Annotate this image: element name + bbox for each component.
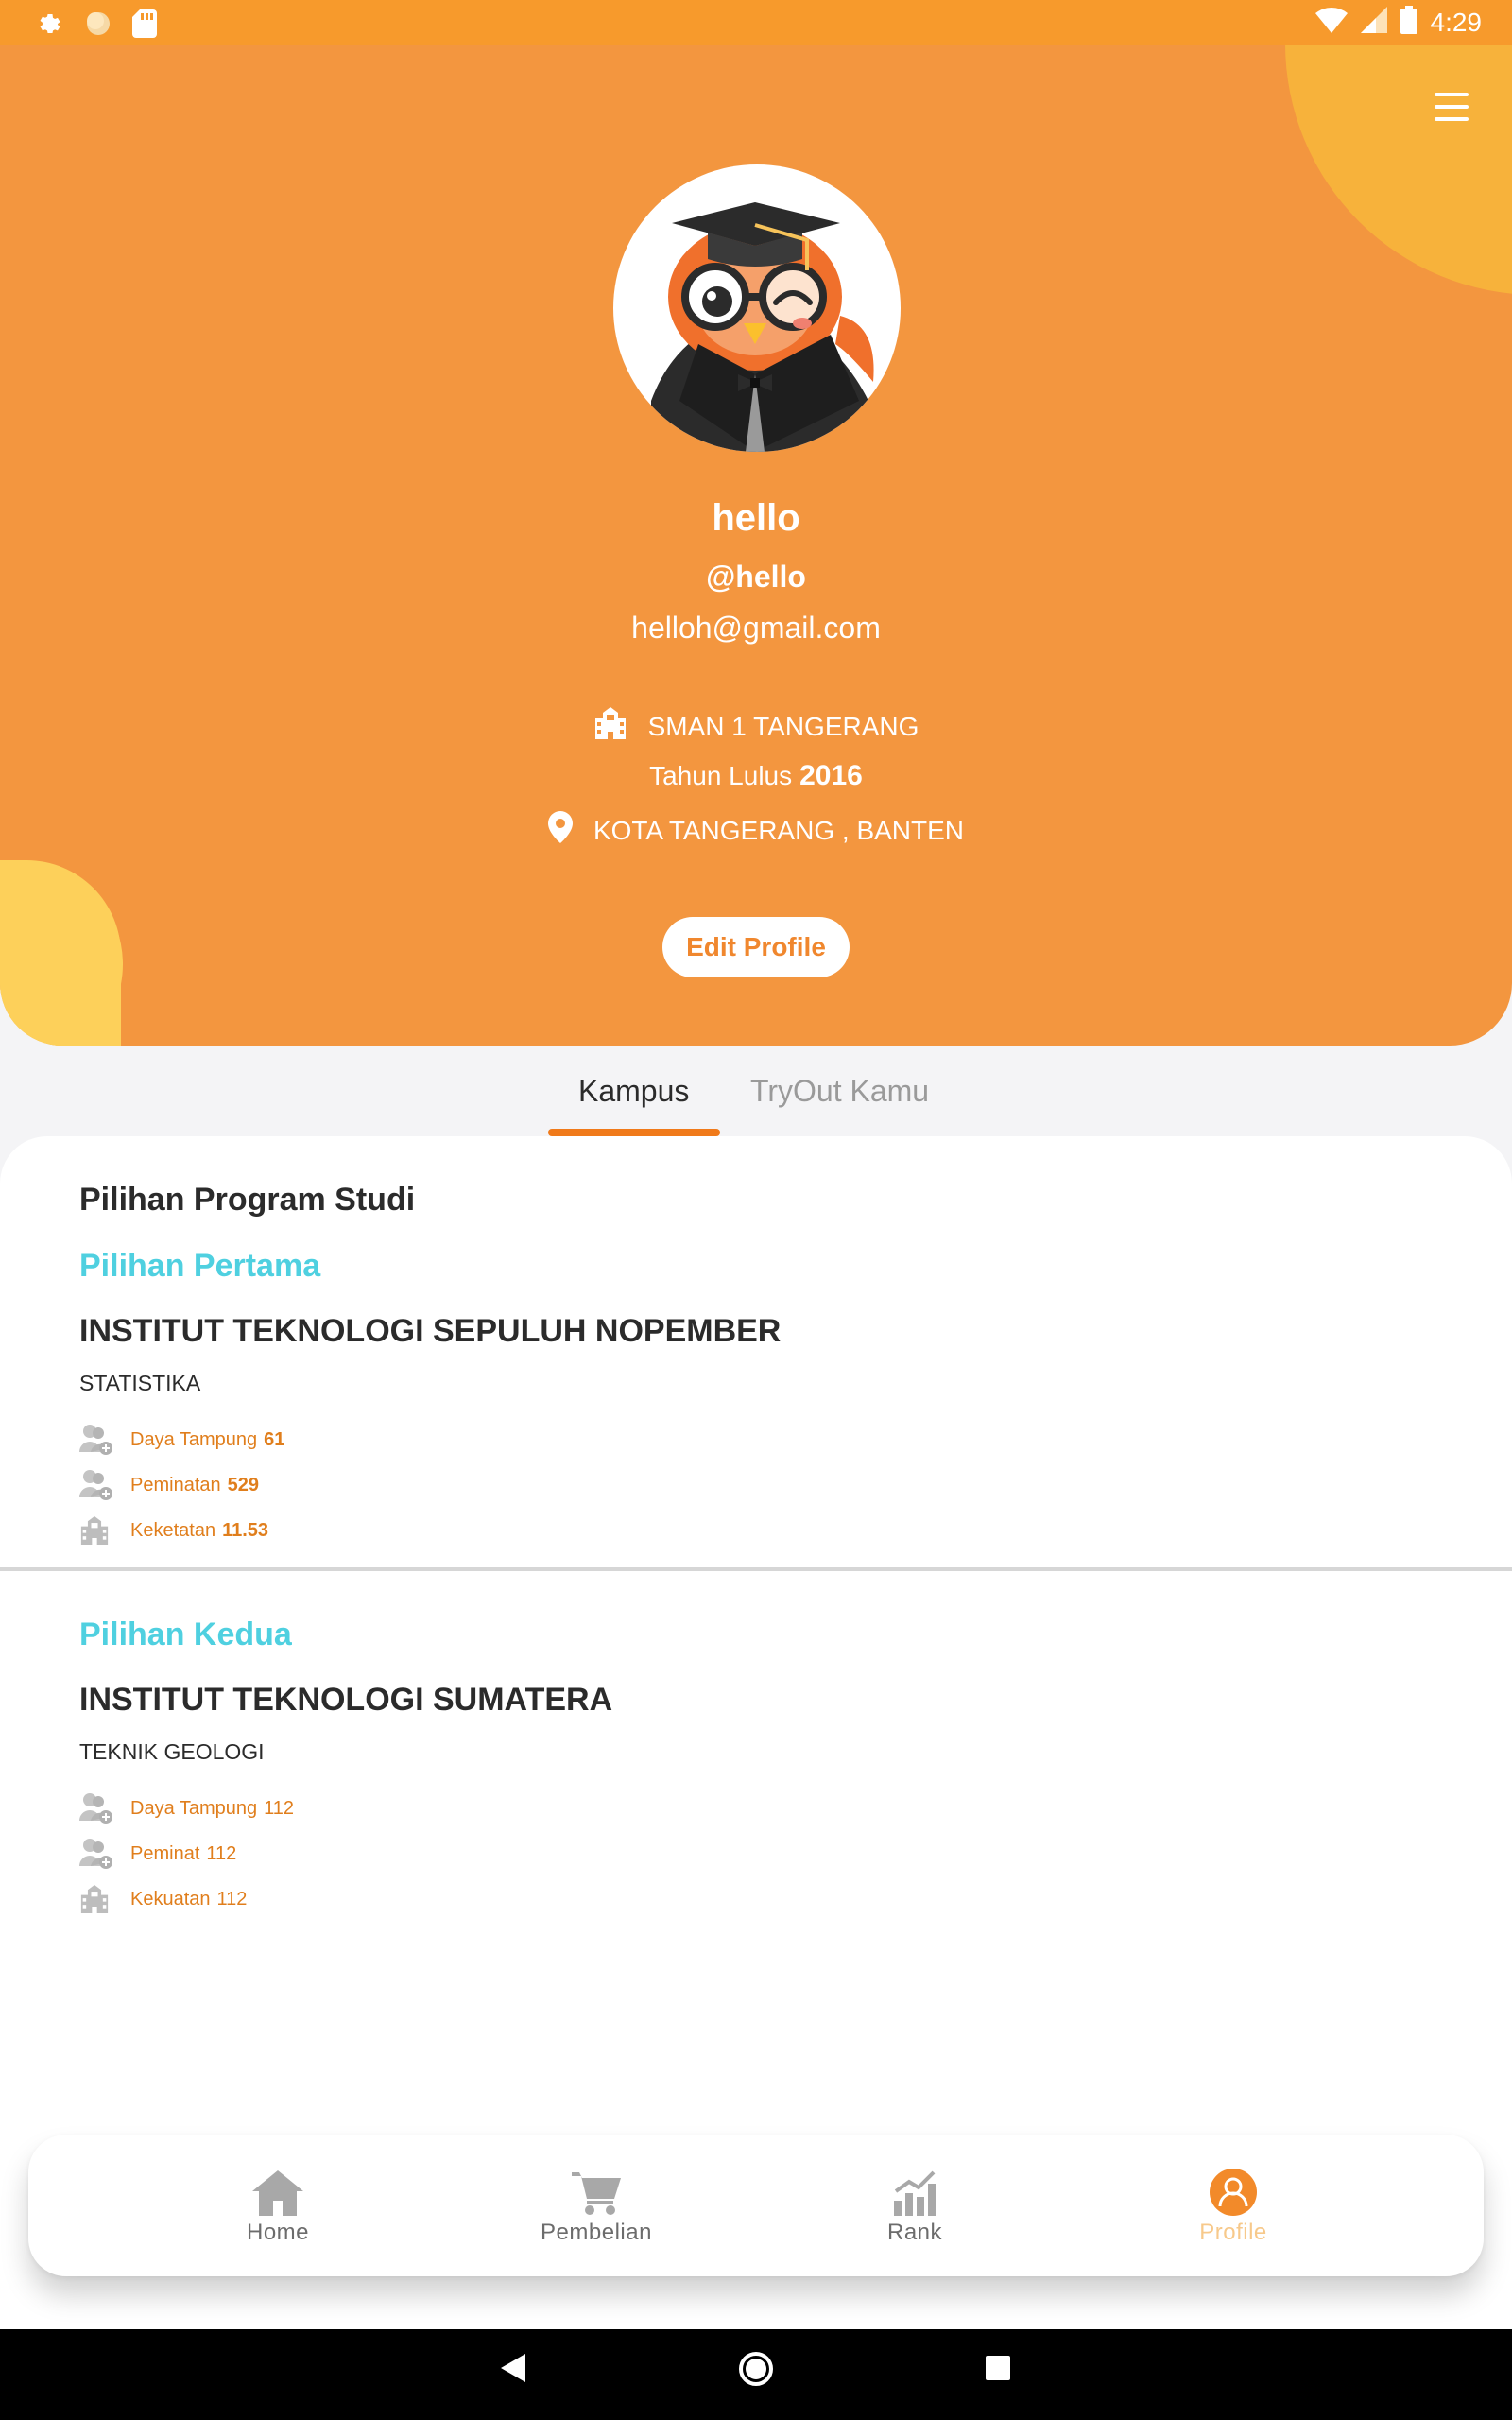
- graduation-year-row: Tahun Lulus 2016: [0, 760, 1512, 792]
- profile-icon: [1129, 2167, 1337, 2216]
- bottom-nav: Home Pembelian Rank Profile: [28, 2135, 1484, 2276]
- active-tab-indicator: [548, 1129, 720, 1136]
- school-building-icon: [79, 1514, 113, 1547]
- decorative-blob: [0, 860, 121, 1046]
- nav-rank[interactable]: Rank: [811, 2167, 1019, 2246]
- stat-peminat: Peminat 112: [79, 1831, 1440, 1876]
- users-plus-icon: [79, 1838, 113, 1870]
- school-building-icon: [79, 1883, 113, 1915]
- tab-tryout-kamu[interactable]: TryOut Kamu: [750, 1074, 929, 1109]
- profile-username: @hello: [706, 560, 806, 594]
- nav-pembelian[interactable]: Pembelian: [492, 2167, 700, 2246]
- program-name: STATISTIKA: [79, 1371, 201, 1395]
- profile-header: hello @hello helloh@gmail.com SMAN 1 TAN…: [0, 45, 1512, 1046]
- school-name: SMAN 1 TANGERANG: [647, 711, 919, 741]
- home-icon: [174, 2167, 382, 2216]
- profile-name: hello: [712, 497, 800, 539]
- choice-label: Pilihan Kedua: [79, 1616, 292, 1652]
- tab-bar: Kampus TryOut Kamu: [0, 1046, 1512, 1138]
- recents-square-icon[interactable]: [986, 2356, 1010, 2385]
- location-text: KOTA TANGERANG , BANTEN: [593, 815, 965, 845]
- graduation-year-value: 2016: [799, 760, 863, 791]
- back-icon[interactable]: [501, 2354, 525, 2387]
- wifi-icon: [1314, 7, 1348, 38]
- choice-label: Pilihan Pertama: [79, 1248, 321, 1284]
- home-circle-icon[interactable]: [739, 2352, 773, 2391]
- hamburger-menu-icon[interactable]: [1435, 93, 1469, 121]
- decorative-blob: [1285, 45, 1512, 295]
- status-bar: 4:29: [0, 0, 1512, 45]
- stat-daya-tampung: Daya Tampung 61: [79, 1417, 1440, 1462]
- users-plus-icon: [79, 1469, 113, 1501]
- stat-keketatan: Keketatan 11.53: [79, 1508, 1440, 1553]
- location-row: KOTA TANGERANG , BANTEN: [0, 811, 1512, 850]
- profile-email: helloh@gmail.com: [631, 611, 881, 645]
- sd-card-icon: [132, 9, 157, 43]
- nav-profile[interactable]: Profile: [1129, 2167, 1337, 2246]
- divider: [0, 1567, 1512, 1571]
- settings-icon: [36, 9, 64, 43]
- section-title: Pilihan Program Studi: [79, 1182, 416, 1218]
- users-plus-icon: [79, 1792, 113, 1824]
- school-building-icon: [593, 707, 627, 746]
- status-circle-icon: [85, 10, 112, 42]
- nav-home[interactable]: Home: [174, 2167, 382, 2246]
- program-name: TEKNIK GEOLOGI: [79, 1739, 265, 1764]
- users-plus-icon: [79, 1424, 113, 1456]
- stat-daya-tampung: Daya Tampung 112: [79, 1786, 1440, 1831]
- system-nav-bar: [0, 2329, 1512, 2420]
- campus-name: INSTITUT TEKNOLOGI SUMATERA: [79, 1682, 613, 1718]
- cart-icon: [492, 2167, 700, 2216]
- tab-kampus[interactable]: Kampus: [578, 1074, 689, 1109]
- campus-name: INSTITUT TEKNOLOGI SEPULUH NOPEMBER: [79, 1313, 782, 1349]
- choice-first: Pilihan Pertama INSTITUT TEKNOLOGI SEPUL…: [79, 1248, 1440, 1553]
- rank-chart-icon: [811, 2167, 1019, 2216]
- owl-graduate-avatar-icon: [651, 202, 874, 452]
- school-row: SMAN 1 TANGERANG: [0, 707, 1512, 746]
- edit-profile-button[interactable]: Edit Profile: [662, 917, 850, 977]
- graduation-year-label: Tahun Lulus: [649, 761, 793, 790]
- avatar[interactable]: [613, 164, 901, 452]
- signal-icon: [1360, 7, 1387, 38]
- battery-icon: [1400, 6, 1418, 39]
- location-pin-icon: [547, 811, 573, 850]
- stat-peminatan: Peminatan 529: [79, 1462, 1440, 1508]
- status-time: 4:29: [1430, 7, 1483, 37]
- choice-second: Pilihan Kedua INSTITUT TEKNOLOGI SUMATER…: [79, 1616, 1440, 1922]
- stat-kekuatan: Kekuatan 112: [79, 1876, 1440, 1922]
